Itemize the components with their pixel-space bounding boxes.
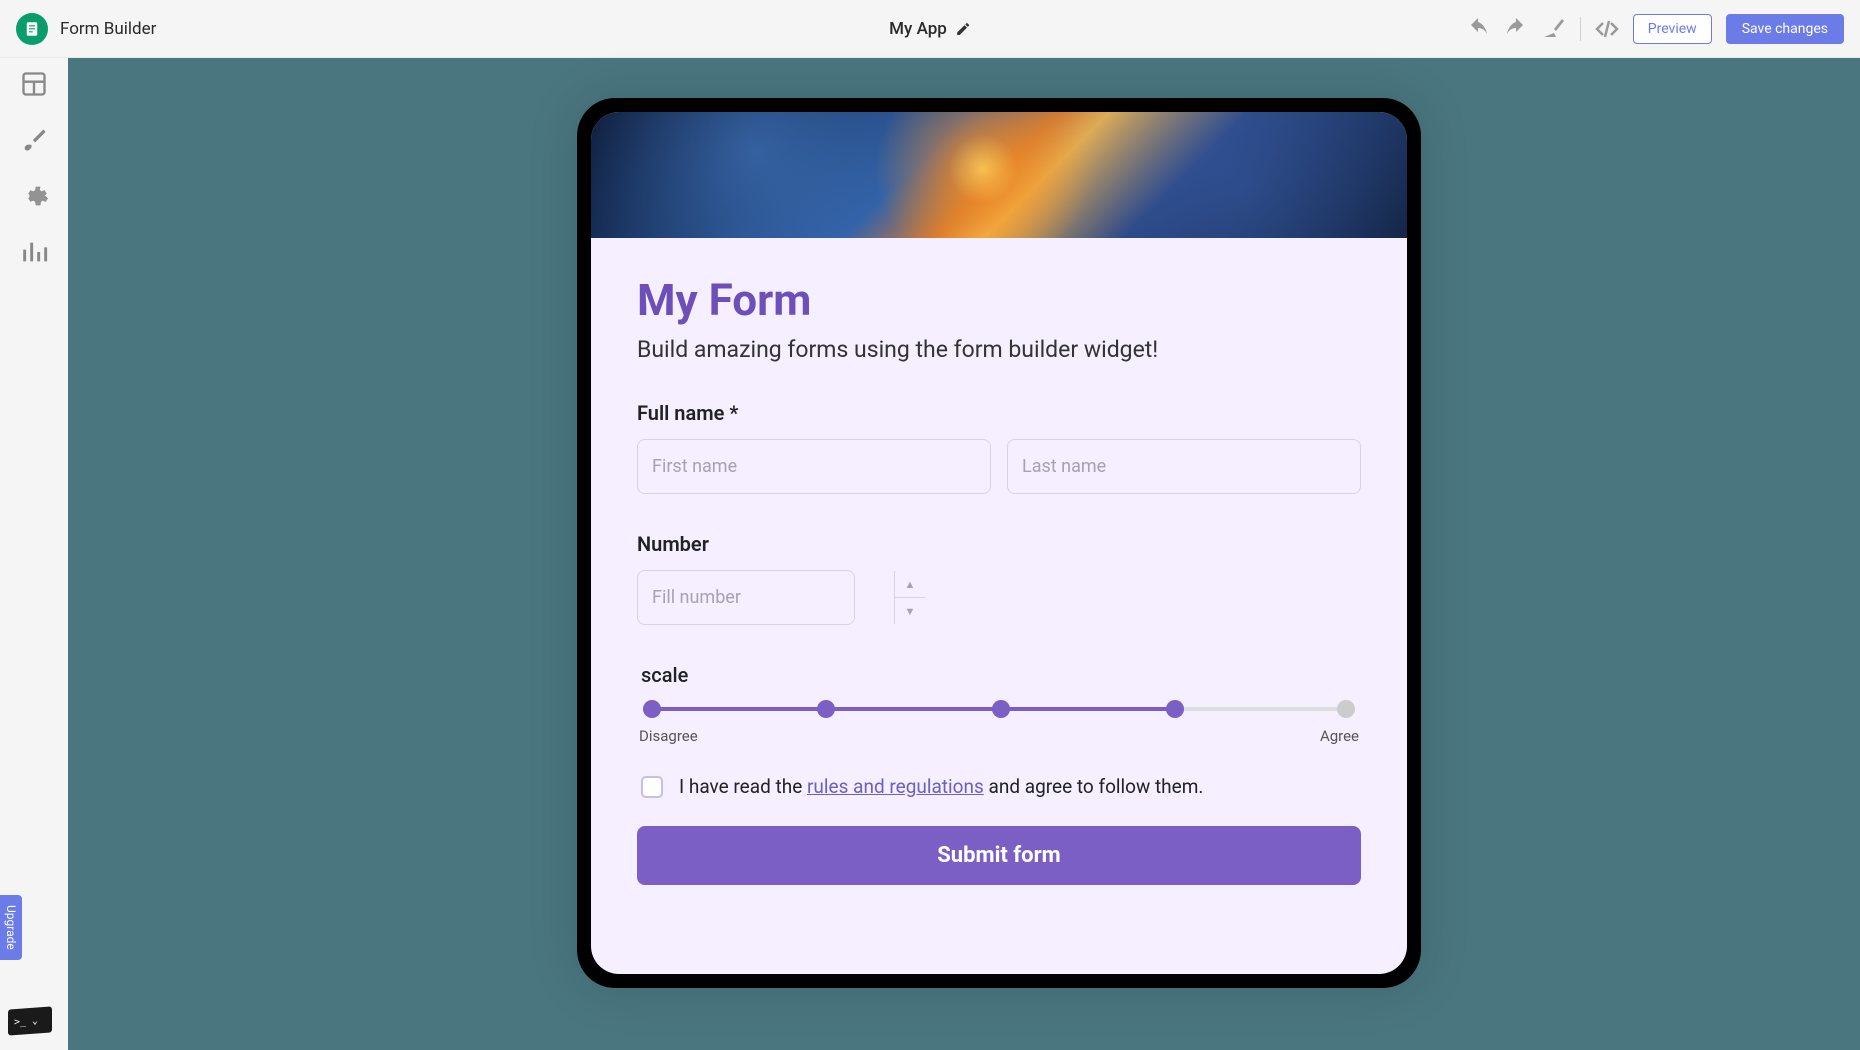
project-title-wrap[interactable]: My App — [889, 19, 971, 39]
form-screen: My Form Build amazing forms using the fo… — [591, 112, 1407, 974]
terminal-icon[interactable]: >_ ⌄ — [8, 1006, 52, 1035]
top-actions: Preview Save changes — [1466, 14, 1844, 44]
app-logo — [16, 13, 48, 45]
form-description: Build amazing forms using the form build… — [637, 336, 1361, 363]
analytics-icon[interactable] — [20, 238, 48, 266]
layout-icon[interactable] — [20, 70, 48, 98]
steppers: ▲ ▼ — [894, 571, 925, 624]
number-input[interactable] — [638, 571, 894, 624]
scale-right-label: Agree — [1320, 727, 1359, 745]
top-bar: Form Builder My App Preview Save changes — [0, 0, 1860, 58]
slider-fill — [643, 707, 1170, 711]
tools-button[interactable] — [1542, 17, 1566, 41]
pencil-icon — [955, 21, 971, 37]
brush-icon[interactable] — [20, 126, 48, 154]
step-up-button[interactable]: ▲ — [895, 571, 925, 598]
divider — [1580, 17, 1581, 41]
gear-icon[interactable] — [20, 182, 48, 210]
step-down-button[interactable]: ▼ — [895, 598, 925, 624]
rules-link[interactable]: rules and regulations — [807, 775, 984, 798]
form-body: My Form Build amazing forms using the fo… — [591, 238, 1407, 921]
first-name-input[interactable] — [637, 439, 991, 494]
slider-dot-1[interactable] — [643, 700, 661, 718]
submit-button[interactable]: Submit form — [637, 826, 1361, 885]
hero-image — [591, 112, 1407, 238]
upgrade-button[interactable]: Upgrade — [0, 895, 22, 960]
consent-row: I have read the rules and regulations an… — [637, 775, 1361, 798]
project-title: My App — [889, 19, 947, 39]
preview-button[interactable]: Preview — [1633, 14, 1712, 44]
code-button[interactable] — [1595, 17, 1619, 41]
undo-button[interactable] — [1466, 17, 1490, 41]
scale-left-label: Disagree — [639, 727, 698, 745]
number-field: ▲ ▼ — [637, 570, 855, 625]
device-frame: My Form Build amazing forms using the fo… — [577, 98, 1421, 988]
last-name-input[interactable] — [1007, 439, 1361, 494]
name-row — [637, 439, 1361, 494]
slider-dot-4[interactable] — [1166, 700, 1184, 718]
redo-button[interactable] — [1504, 17, 1528, 41]
scale-slider[interactable] — [643, 703, 1355, 715]
save-changes-button[interactable]: Save changes — [1726, 14, 1844, 44]
form-title: My Form — [637, 274, 1361, 326]
slider-dot-5[interactable] — [1337, 700, 1355, 718]
slider-dot-3[interactable] — [992, 700, 1010, 718]
consent-text: I have read the rules and regulations an… — [679, 775, 1203, 798]
scale-endpoints: Disagree Agree — [637, 727, 1361, 745]
canvas-area[interactable]: My Form Build amazing forms using the fo… — [68, 58, 1860, 1050]
number-label: Number — [637, 532, 1361, 556]
slider-dot-2[interactable] — [817, 700, 835, 718]
scale-label: scale — [641, 663, 1361, 687]
consent-checkbox[interactable] — [641, 776, 663, 798]
app-name: Form Builder — [60, 19, 156, 39]
fullname-label: Full name * — [637, 401, 1361, 425]
